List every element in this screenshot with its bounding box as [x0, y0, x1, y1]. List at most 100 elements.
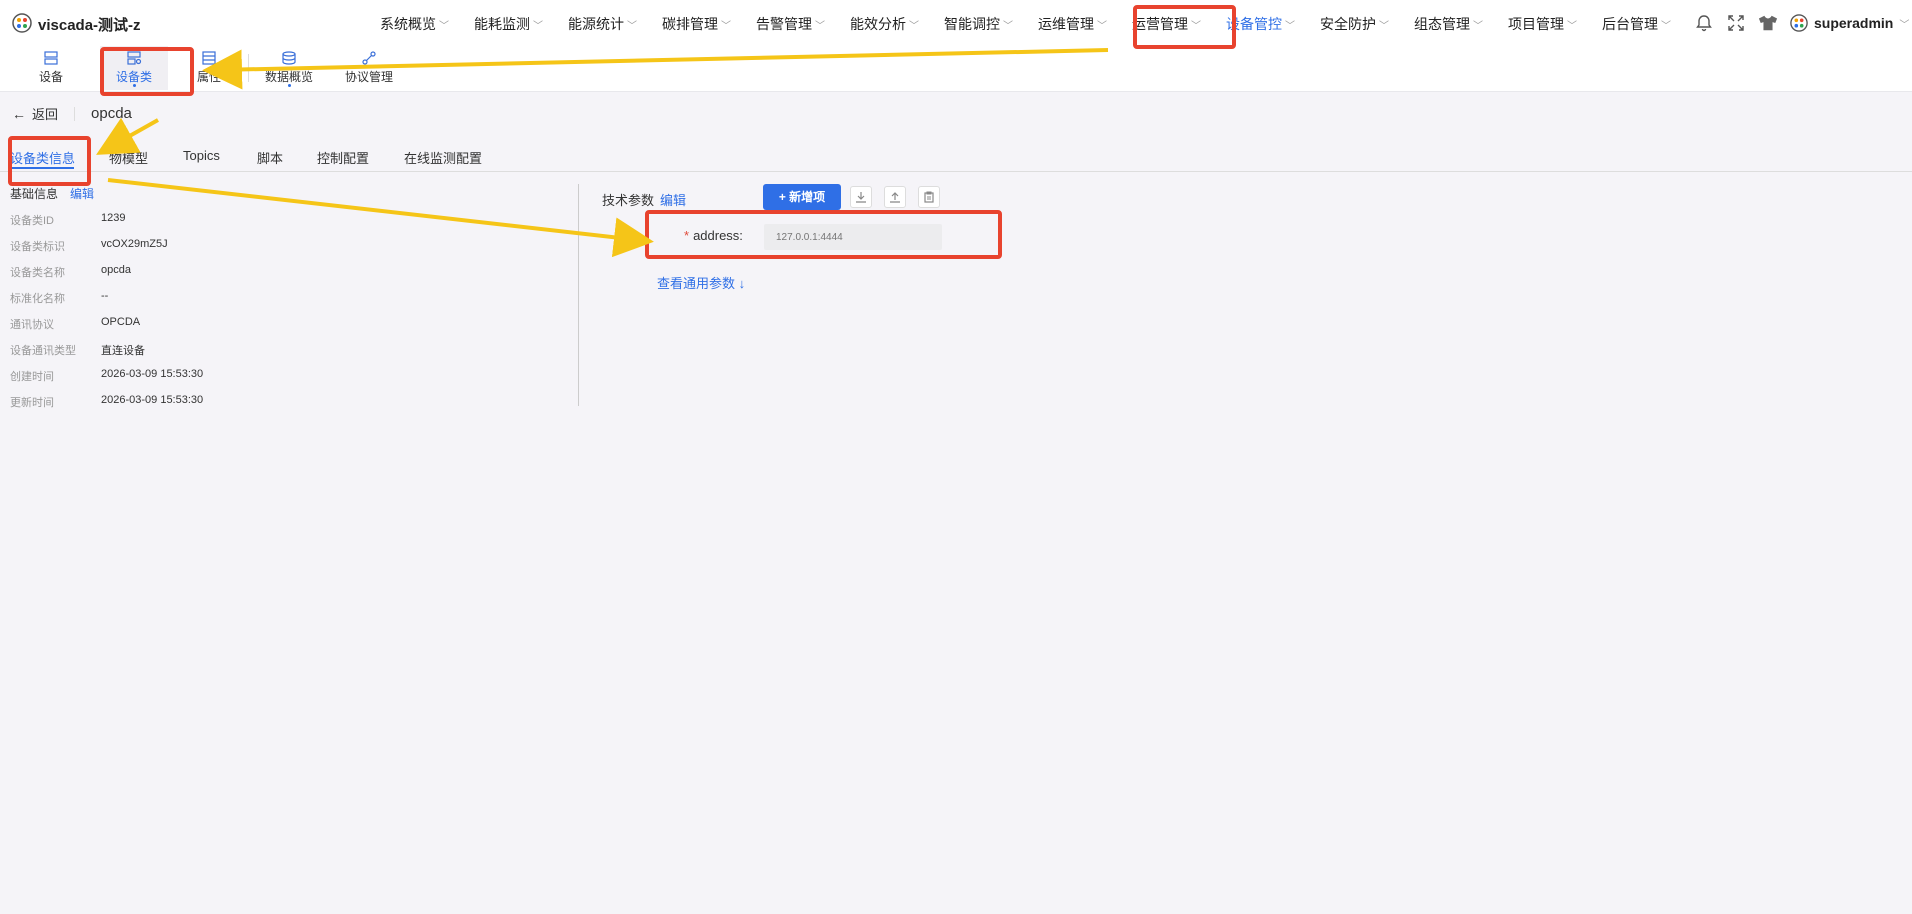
chevron-down-icon: ﹀	[439, 21, 449, 32]
field-label: 标准化名称	[10, 293, 65, 305]
annotation-arrows	[96, 48, 1109, 258]
annotation-arrow	[107, 178, 654, 258]
username: superadmin	[1814, 15, 1894, 31]
nav-item-alarm[interactable]: 告警管理 ﹀	[756, 14, 825, 34]
tool-protocol[interactable]: 协议管理	[342, 46, 396, 90]
property-icon	[202, 51, 216, 65]
main-nav: 系统概览 ﹀ 能耗监测 ﹀ 能源统计 ﹀ 碳排管理 ﹀ 告警管理 ﹀ 能效分析 ﹀ 智能调控…	[380, 14, 1696, 34]
indicator-dot	[287, 84, 291, 87]
tab-script[interactable]: 脚本	[257, 148, 283, 167]
chevron-down-icon: ﹀	[815, 21, 825, 32]
chevron-down-icon: ﹀	[1661, 21, 1671, 32]
app-logo-icon	[12, 13, 32, 33]
tool-data-overview-label: 数据概览	[264, 70, 313, 84]
top-navbar: viscada-测试-z 系统概览 ﹀ 能耗监测 ﹀ 能源统计 ﹀ 碳排管理 ﹀ 告警管…	[0, 0, 1912, 46]
view-common-params-link[interactable]: 查看通用参数 ↓	[657, 273, 745, 292]
shirt-icon[interactable]	[1758, 13, 1778, 33]
server-icon	[44, 51, 58, 65]
field-label: 设备类标识	[10, 241, 65, 253]
tab-bar: 设备类信息 物模型 Topics 脚本 控制配置 在线监测配置	[0, 142, 1912, 172]
field-value: 2026-03-09 15:53:30	[101, 368, 204, 380]
tool-device-class-label: 设备类	[115, 70, 152, 84]
address-label: * address:	[684, 228, 743, 243]
field-label: 更新时间	[10, 397, 54, 409]
required-asterisk: *	[684, 228, 690, 243]
chevron-down-icon: ﹀	[1473, 21, 1483, 32]
nav-item-system-overview[interactable]: 系统概览 ﹀	[380, 14, 449, 34]
nav-item-project[interactable]: 项目管理 ﹀	[1508, 14, 1577, 34]
nav-item-maintenance[interactable]: 运维管理 ﹀	[1038, 14, 1107, 34]
tab-device-class-info[interactable]: 设备类信息	[10, 148, 75, 167]
field-label: 设备类ID	[10, 215, 54, 227]
breadcrumb: ← 返回 opcda	[12, 104, 132, 123]
user-menu[interactable]: superadmin ﹀	[1790, 14, 1909, 32]
tool-device-class[interactable]: 设备类	[100, 46, 168, 90]
download-icon[interactable]	[850, 186, 872, 208]
sub-toolbar: 设备 设备类 属性 数据概览 协议管理	[0, 46, 1912, 92]
app-title: viscada-测试-z	[38, 17, 141, 34]
tool-property-label: 属性	[196, 70, 221, 84]
clipboard-icon[interactable]	[918, 186, 940, 208]
nav-item-smart-control[interactable]: 智能调控 ﹀	[944, 14, 1013, 34]
basic-info-edit-link[interactable]: 编辑	[70, 185, 94, 202]
fullscreen-icon[interactable]	[1726, 13, 1746, 33]
tool-device[interactable]: 设备	[28, 46, 74, 90]
chevron-down-icon: ﹀	[1191, 21, 1201, 32]
chevron-down-icon: ﹀	[1003, 21, 1013, 32]
nav-item-energy-statistics[interactable]: 能源统计 ﹀	[568, 14, 637, 34]
device-class-icon	[127, 51, 142, 65]
nav-item-efficiency[interactable]: 能效分析 ﹀	[850, 14, 919, 34]
field-label: 设备类名称	[10, 267, 65, 279]
field-value: OPCDA	[101, 316, 141, 328]
tech-params-edit-link[interactable]: 编辑	[660, 190, 686, 209]
add-item-button[interactable]: + 新增项	[763, 184, 841, 210]
tool-device-label: 设备	[38, 70, 63, 84]
field-label: 通讯协议	[10, 319, 54, 331]
active-dot	[132, 84, 136, 87]
toolbar-divider	[248, 54, 249, 82]
nav-item-backend[interactable]: 后台管理 ﹀	[1602, 14, 1671, 34]
arrow-left-icon[interactable]: ←	[12, 106, 26, 122]
basic-info-title: 基础信息	[10, 187, 59, 201]
tab-thing-model[interactable]: 物模型	[109, 148, 148, 167]
database-icon	[282, 51, 296, 65]
field-label: 设备通讯类型	[10, 345, 76, 357]
chevron-down-icon: ﹀	[533, 21, 543, 32]
field-value: opcda	[101, 264, 131, 276]
field-value: 2026-03-09 15:53:30	[101, 394, 204, 406]
bell-icon[interactable]	[1694, 13, 1714, 33]
tab-monitor-config[interactable]: 在线监测配置	[404, 148, 482, 167]
back-link[interactable]: 返回	[32, 104, 58, 123]
chevron-down-icon: ﹀	[1097, 21, 1107, 32]
active-tab-indicator	[10, 167, 74, 169]
page-title: opcda	[91, 105, 132, 122]
top-right-tools: superadmin ﹀	[1694, 13, 1909, 33]
chevron-down-icon: ﹀	[1285, 21, 1295, 32]
chevron-down-icon: ﹀	[627, 21, 637, 32]
field-label: 创建时间	[10, 371, 54, 383]
field-value: 直连设备	[101, 345, 145, 357]
chevron-down-icon: ﹀	[1379, 21, 1389, 32]
tool-protocol-label: 协议管理	[344, 70, 393, 84]
nav-item-carbon[interactable]: 碳排管理 ﹀	[662, 14, 731, 34]
address-label-text: address:	[693, 228, 743, 243]
avatar-icon	[1790, 14, 1808, 32]
divider	[74, 106, 76, 121]
chevron-down-icon: ﹀	[1899, 19, 1910, 31]
nav-item-device-control[interactable]: 设备管控 ﹀	[1226, 14, 1295, 34]
tab-topics[interactable]: Topics	[183, 148, 220, 163]
upload-icon[interactable]	[884, 186, 906, 208]
section-divider	[578, 184, 579, 406]
tool-data-overview[interactable]: 数据概览	[262, 46, 316, 90]
nav-item-energy-monitoring[interactable]: 能耗监测 ﹀	[474, 14, 543, 34]
address-input[interactable]	[764, 224, 942, 250]
nav-item-security[interactable]: 安全防护 ﹀	[1320, 14, 1389, 34]
chevron-down-icon: ﹀	[1567, 21, 1577, 32]
field-value: --	[101, 290, 109, 302]
chevron-down-icon: ﹀	[721, 21, 731, 32]
tool-property[interactable]: 属性	[186, 46, 232, 90]
tech-params-title: 技术参数	[602, 193, 655, 208]
tab-control-config[interactable]: 控制配置	[317, 148, 369, 167]
nav-item-configuration[interactable]: 组态管理 ﹀	[1414, 14, 1483, 34]
nav-item-operations[interactable]: 运营管理 ﹀	[1132, 14, 1201, 34]
